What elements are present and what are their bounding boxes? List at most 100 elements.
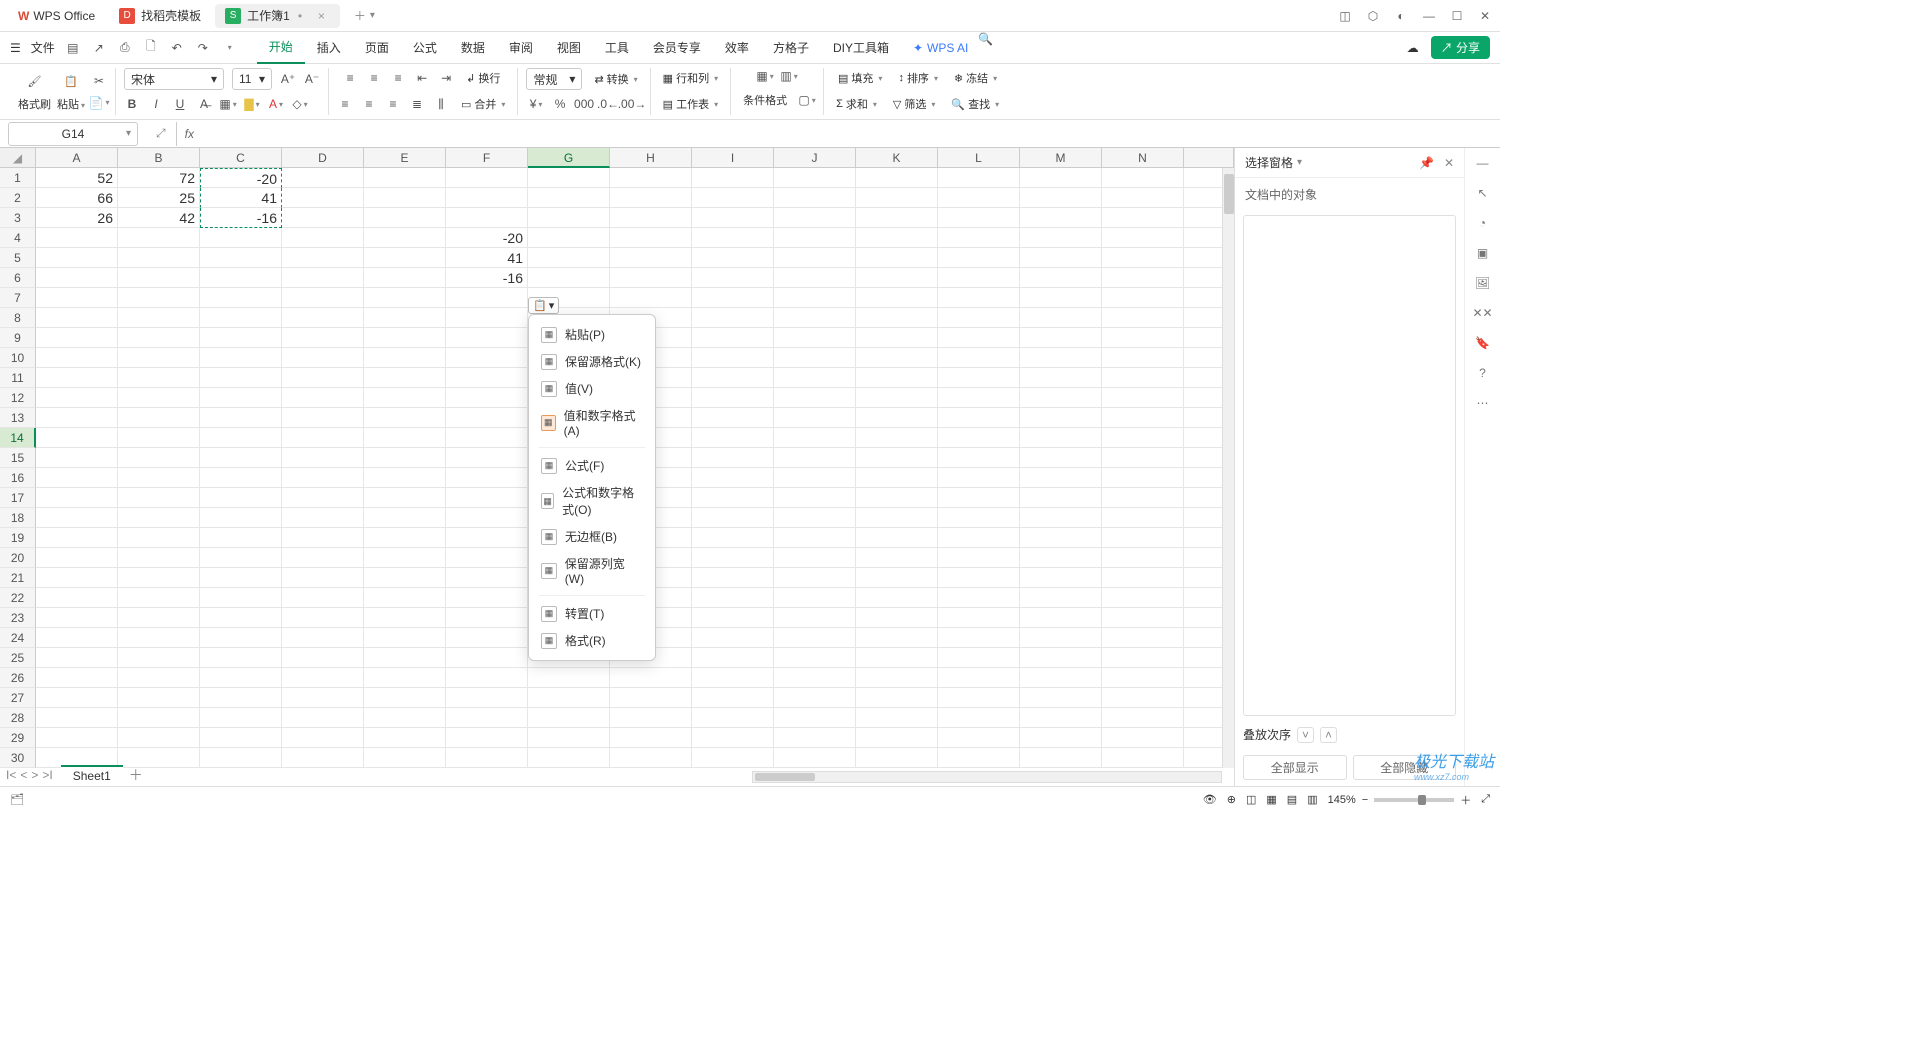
cell[interactable] (610, 268, 692, 288)
cell[interactable] (282, 248, 364, 268)
cell[interactable] (856, 228, 938, 248)
cell[interactable] (282, 448, 364, 468)
row-header[interactable]: 23 (0, 608, 36, 628)
cell[interactable] (36, 648, 118, 668)
cell[interactable] (692, 588, 774, 608)
cell[interactable] (692, 168, 774, 188)
cell[interactable] (364, 288, 446, 308)
cell[interactable] (446, 168, 528, 188)
row-header[interactable]: 25 (0, 648, 36, 668)
cell[interactable] (692, 528, 774, 548)
decrease-indent-icon[interactable]: ⇤ (414, 70, 430, 86)
cell[interactable] (1020, 648, 1102, 668)
cell[interactable] (364, 668, 446, 688)
cell[interactable] (118, 428, 200, 448)
paste-options-button[interactable]: 📋▾ (528, 297, 559, 314)
cell[interactable] (692, 608, 774, 628)
print-icon[interactable]: ⎙ (117, 40, 133, 56)
cell[interactable] (774, 388, 856, 408)
col-header-B[interactable]: B (118, 148, 200, 168)
user-avatar-icon[interactable]: ◐ (1394, 9, 1408, 23)
cell[interactable] (1102, 348, 1184, 368)
clear-format-icon[interactable]: ◇ (292, 96, 308, 112)
cell[interactable] (282, 628, 364, 648)
cell[interactable] (446, 688, 528, 708)
cell[interactable] (36, 368, 118, 388)
cell[interactable] (692, 628, 774, 648)
cell[interactable] (1102, 188, 1184, 208)
cell[interactable]: 25 (118, 188, 200, 208)
cell[interactable] (774, 348, 856, 368)
cell[interactable] (446, 488, 528, 508)
cell[interactable] (36, 348, 118, 368)
cell[interactable] (36, 588, 118, 608)
cell[interactable] (446, 728, 528, 748)
cell[interactable] (692, 248, 774, 268)
cell[interactable]: -20 (446, 228, 528, 248)
cell[interactable] (282, 308, 364, 328)
cell[interactable] (692, 548, 774, 568)
share-button[interactable]: ↗ 分享 (1431, 36, 1490, 59)
row-header[interactable]: 20 (0, 548, 36, 568)
cell[interactable] (774, 208, 856, 228)
cell[interactable] (118, 308, 200, 328)
cell[interactable] (692, 708, 774, 728)
cell[interactable] (200, 388, 282, 408)
cell[interactable] (1020, 628, 1102, 648)
cell[interactable] (282, 328, 364, 348)
collapse-rail-icon[interactable]: — (1477, 156, 1489, 170)
select-tool-icon[interactable]: ↖ (1477, 186, 1487, 200)
cell[interactable] (1102, 248, 1184, 268)
ribbon-tab-data[interactable]: 数据 (449, 32, 497, 64)
cell[interactable] (364, 308, 446, 328)
cell[interactable] (282, 548, 364, 568)
select-all-corner[interactable]: ◢ (0, 148, 36, 168)
cell[interactable] (200, 248, 282, 268)
ribbon-tab-member[interactable]: 会员专享 (641, 32, 713, 64)
row-header[interactable]: 3 (0, 208, 36, 228)
cell[interactable] (1102, 628, 1184, 648)
font-color-icon[interactable]: A (268, 96, 284, 112)
cell[interactable] (856, 708, 938, 728)
cell[interactable] (528, 168, 610, 188)
cell[interactable] (1102, 588, 1184, 608)
cell[interactable] (774, 268, 856, 288)
cell[interactable] (856, 628, 938, 648)
cell[interactable] (282, 268, 364, 288)
view-normal-icon[interactable]: ▦ (1266, 793, 1276, 806)
col-header-N[interactable]: N (1102, 148, 1184, 168)
cell[interactable] (282, 428, 364, 448)
cell[interactable] (1102, 388, 1184, 408)
cell[interactable] (528, 668, 610, 688)
cell[interactable] (36, 448, 118, 468)
cell[interactable] (774, 648, 856, 668)
cell[interactable] (938, 748, 1020, 768)
cell[interactable] (1020, 568, 1102, 588)
cell[interactable] (1020, 728, 1102, 748)
cell[interactable] (364, 348, 446, 368)
row-header[interactable]: 16 (0, 468, 36, 488)
increase-decimal-icon[interactable]: .00→ (624, 96, 640, 112)
cell[interactable] (282, 228, 364, 248)
expand-icon[interactable]: ⤢ (156, 126, 166, 141)
cell[interactable] (856, 328, 938, 348)
cell[interactable] (938, 168, 1020, 188)
cell[interactable] (692, 648, 774, 668)
cell[interactable] (364, 528, 446, 548)
cell[interactable] (1020, 268, 1102, 288)
cell[interactable] (1102, 528, 1184, 548)
cell[interactable] (36, 388, 118, 408)
help-rail-icon[interactable]: ? (1479, 366, 1486, 380)
cell[interactable] (1102, 428, 1184, 448)
cell[interactable] (200, 508, 282, 528)
bold-icon[interactable]: B (124, 96, 140, 112)
cond-format-button[interactable]: 条件格式 (739, 90, 791, 110)
cell[interactable] (692, 308, 774, 328)
cell[interactable] (200, 468, 282, 488)
cell[interactable] (36, 548, 118, 568)
cell[interactable] (938, 728, 1020, 748)
cell[interactable] (938, 348, 1020, 368)
cell[interactable] (938, 308, 1020, 328)
col-header-E[interactable]: E (364, 148, 446, 168)
cell[interactable] (1020, 488, 1102, 508)
